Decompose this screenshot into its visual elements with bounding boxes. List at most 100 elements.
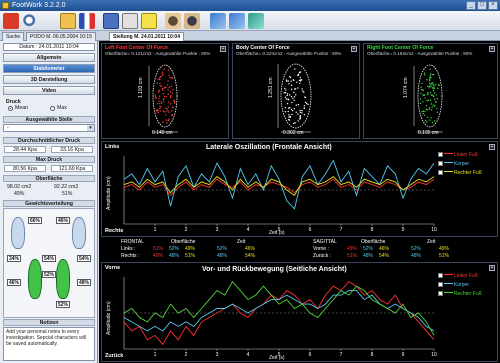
cof-point bbox=[433, 87, 436, 89]
cof-point bbox=[168, 111, 170, 113]
durchschnittlicher-druck-right: 33.16 Kpa bbox=[51, 146, 93, 153]
tab-podo[interactable]: PODO M. 06.05.2004 10:15 bbox=[26, 32, 96, 41]
x-tick-label: 2 bbox=[185, 352, 188, 358]
notes-textarea[interactable]: Add your personal notes to every investi… bbox=[3, 327, 95, 361]
tab-stellung[interactable]: Stellung M. 24.01.2011 10:04 bbox=[109, 32, 184, 41]
settings-icon[interactable] bbox=[141, 13, 157, 29]
sync-icon[interactable] bbox=[248, 13, 264, 29]
left-foot-cof-panel: Left Foot Center Of Force Oberfläche= 0.… bbox=[101, 43, 229, 139]
disk-icon[interactable] bbox=[103, 13, 119, 29]
cof-point bbox=[163, 68, 165, 70]
exit-icon[interactable] bbox=[3, 13, 19, 29]
max-radio[interactable] bbox=[50, 106, 55, 111]
people-icon[interactable] bbox=[165, 13, 181, 29]
cof-point bbox=[427, 93, 429, 95]
stabilometer-button[interactable]: Stabilometer bbox=[3, 64, 95, 73]
cof-point bbox=[287, 118, 290, 121]
zuruck-label: Zurück : bbox=[313, 253, 332, 259]
cof-y-label: 1.193 cm bbox=[138, 77, 144, 98]
cof-point bbox=[156, 102, 159, 105]
cof-point bbox=[154, 94, 156, 96]
cof-point bbox=[293, 91, 295, 94]
cof-point bbox=[157, 109, 159, 111]
flag-icon[interactable] bbox=[79, 13, 95, 29]
print-icon[interactable] bbox=[122, 13, 138, 29]
cof-point bbox=[421, 82, 423, 85]
cof-point bbox=[167, 109, 169, 112]
cof-point bbox=[424, 97, 426, 99]
cof-point bbox=[288, 116, 290, 118]
stats-table: FRONTAL Oberfläche Zeit SAGITTAL Oberflä… bbox=[99, 238, 500, 261]
left-foot-cof-plot bbox=[148, 64, 178, 133]
right-foot-cof-panel: Right Foot Center Of Force Oberfläche= 0… bbox=[363, 43, 498, 139]
cof-point bbox=[428, 85, 431, 87]
export-icon[interactable] bbox=[210, 13, 226, 29]
cof-point bbox=[433, 105, 436, 107]
weight-right-top: 46% bbox=[56, 217, 70, 224]
cof-point bbox=[172, 106, 175, 109]
cof-point bbox=[292, 97, 294, 100]
ausgewaehlte-stelle-select[interactable]: - ▾ bbox=[3, 124, 95, 132]
lateral-oscillation-chart: 1 2 3 4 5 6 7 8 9 10 bbox=[123, 156, 437, 233]
x-tick-label: 1 bbox=[154, 352, 157, 358]
expand-icon[interactable]: + bbox=[489, 46, 495, 52]
video-button[interactable]: Video bbox=[3, 86, 95, 95]
cof-point bbox=[297, 120, 299, 122]
cof-x-label: 0.149 cm bbox=[152, 130, 173, 136]
vorne-val-2: 46% bbox=[379, 246, 390, 252]
allgemein-button[interactable]: Allgemein bbox=[3, 53, 95, 62]
tab-suche[interactable]: Suche bbox=[2, 32, 25, 41]
folder-icon[interactable] bbox=[60, 13, 76, 29]
cof-point bbox=[429, 119, 431, 121]
ausgewaehlte-stelle-header: Ausgewählte Stelle bbox=[3, 116, 95, 123]
cof-point bbox=[429, 91, 432, 94]
search-icon[interactable] bbox=[22, 13, 38, 29]
max-druck-right: 121.69 Kpa bbox=[51, 165, 93, 172]
cof-point bbox=[284, 107, 287, 109]
close-icon[interactable]: × bbox=[488, 1, 498, 10]
expand-icon[interactable]: + bbox=[220, 46, 226, 52]
expand-icon[interactable]: + bbox=[351, 46, 357, 52]
vorne-val-3: 52% bbox=[411, 246, 422, 252]
cof-point bbox=[293, 96, 296, 98]
zuruck-val-3: 48% bbox=[411, 253, 422, 259]
cof-point bbox=[159, 107, 161, 110]
cof-point bbox=[429, 68, 431, 70]
cof-point bbox=[424, 74, 426, 76]
links-val-2: 49% bbox=[185, 246, 196, 252]
mean-radio[interactable] bbox=[8, 106, 13, 111]
cof-point bbox=[422, 112, 424, 115]
cof-point bbox=[292, 79, 294, 81]
import-icon[interactable] bbox=[229, 13, 245, 29]
lateral-oscillation-panel: Links Laterale Oszillation (Frontale Ans… bbox=[101, 141, 498, 237]
tab-bar: Suche PODO M. 06.05.2004 10:15 Stellung … bbox=[0, 31, 500, 41]
links-label: Links : bbox=[121, 246, 136, 252]
cof-point bbox=[168, 86, 171, 89]
x-tick-label: 10 bbox=[431, 227, 437, 233]
links-val-3: 52% bbox=[217, 246, 228, 252]
cof-point bbox=[162, 121, 164, 124]
cof-point bbox=[426, 116, 429, 119]
maximize-icon[interactable]: □ bbox=[477, 1, 487, 10]
cof-point bbox=[299, 109, 301, 112]
cof-point bbox=[283, 92, 285, 94]
people-group-icon[interactable] bbox=[184, 13, 200, 29]
cof-point bbox=[293, 99, 295, 102]
cof-point bbox=[162, 100, 165, 103]
zuruck-val-1: 48% bbox=[363, 253, 374, 259]
cof-point bbox=[433, 91, 436, 94]
cof-point bbox=[286, 102, 289, 105]
cof-point bbox=[422, 110, 425, 113]
minimize-icon[interactable]: _ bbox=[466, 1, 476, 10]
cof-point bbox=[432, 94, 434, 97]
cof-point bbox=[159, 95, 161, 97]
cof-point bbox=[164, 86, 166, 89]
cof-point bbox=[288, 83, 290, 85]
cof-point bbox=[292, 122, 295, 125]
cof-point bbox=[299, 80, 302, 82]
date-label: Datum : 24.01.2011 10:04 bbox=[3, 43, 95, 51]
sagittal-x-label: Zeit (s) bbox=[269, 355, 285, 361]
cof-point bbox=[165, 107, 167, 109]
cof-point bbox=[157, 78, 159, 80]
3d-darstellung-button[interactable]: 3D Darstellung bbox=[3, 75, 95, 84]
